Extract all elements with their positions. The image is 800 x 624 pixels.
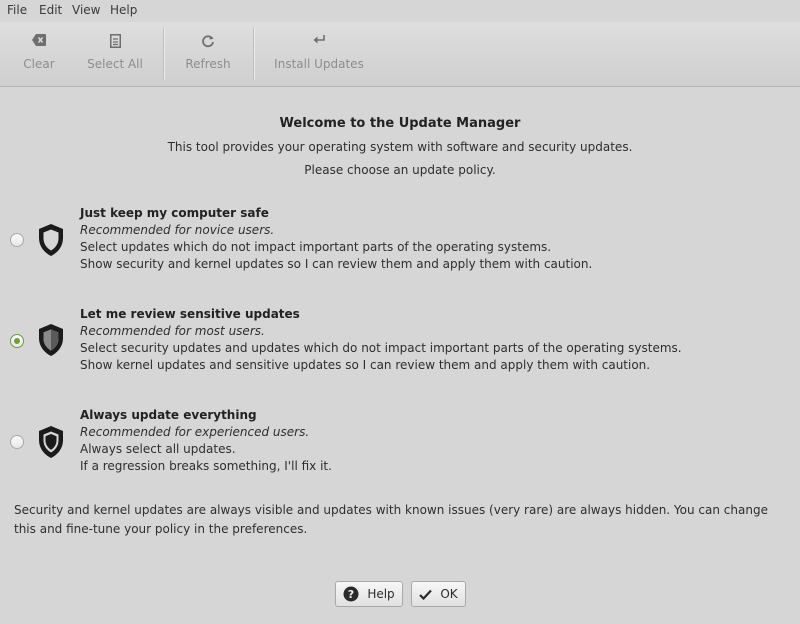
policy-radio-everything[interactable] xyxy=(10,435,24,449)
ok-label: OK xyxy=(440,587,458,601)
welcome-description: This tool provides your operating system… xyxy=(167,140,633,154)
policy-option-safe: Just keep my computer safe Recommended f… xyxy=(80,205,780,273)
install-updates-button[interactable]: Install Updates xyxy=(268,22,370,86)
shield-outline-icon xyxy=(39,224,63,256)
option-subtitle: Recommended for experienced users. xyxy=(80,425,310,439)
policy-option-everything: Always update everything Recommended for… xyxy=(80,407,780,475)
select-all-button[interactable]: Select All xyxy=(80,22,150,86)
option-description: Show kernel updates and sensitive update… xyxy=(80,358,651,372)
document-icon xyxy=(80,34,150,50)
toolbar-separator xyxy=(253,28,254,80)
help-label: Help xyxy=(367,587,395,601)
policy-footer-note: Security and kernel updates are always v… xyxy=(14,503,768,536)
toolbar: Clear Select All Refresh Install Updates xyxy=(0,22,800,87)
select-all-label: Select All xyxy=(87,57,143,71)
policy-radio-review[interactable] xyxy=(10,334,24,348)
question-icon: ? xyxy=(343,586,359,602)
return-icon xyxy=(268,34,370,50)
welcome-title: Welcome to the Update Manager xyxy=(279,116,521,131)
option-subtitle: Recommended for novice users. xyxy=(80,223,275,237)
option-description: Show security and kernel updates so I ca… xyxy=(80,257,593,271)
backspace-icon xyxy=(12,34,66,50)
ok-button[interactable]: OK xyxy=(411,581,466,607)
shield-full-icon xyxy=(39,426,63,458)
help-button[interactable]: ? Help xyxy=(335,581,403,607)
option-description: Always select all updates. xyxy=(80,442,236,456)
refresh-button[interactable]: Refresh xyxy=(176,22,240,86)
menu-help[interactable]: Help xyxy=(110,3,137,17)
toolbar-separator xyxy=(163,28,164,80)
refresh-label: Refresh xyxy=(185,57,231,71)
clear-button[interactable]: Clear xyxy=(12,22,66,86)
option-subtitle: Recommended for most users. xyxy=(80,324,265,338)
policy-radio-safe[interactable] xyxy=(10,233,24,247)
clear-label: Clear xyxy=(23,57,55,71)
menu-view[interactable]: View xyxy=(72,3,100,17)
option-description: If a regression breaks something, I'll f… xyxy=(80,459,332,473)
option-title: Let me review sensitive updates xyxy=(80,307,300,321)
menu-file[interactable]: File xyxy=(7,3,27,17)
install-updates-label: Install Updates xyxy=(274,57,364,71)
option-description: Select security updates and updates whic… xyxy=(80,341,682,355)
option-title: Just keep my computer safe xyxy=(80,206,269,220)
shield-half-icon xyxy=(39,324,63,356)
refresh-icon xyxy=(176,34,240,50)
menu-edit[interactable]: Edit xyxy=(39,3,62,17)
checkmark-icon xyxy=(419,589,433,600)
option-title: Always update everything xyxy=(80,408,257,422)
option-description: Select updates which do not impact impor… xyxy=(80,240,552,254)
svg-text:?: ? xyxy=(348,588,354,601)
policy-option-review: Let me review sensitive updates Recommen… xyxy=(80,306,780,374)
policy-prompt: Please choose an update policy. xyxy=(304,163,496,177)
menubar: File Edit View Help xyxy=(0,0,800,22)
